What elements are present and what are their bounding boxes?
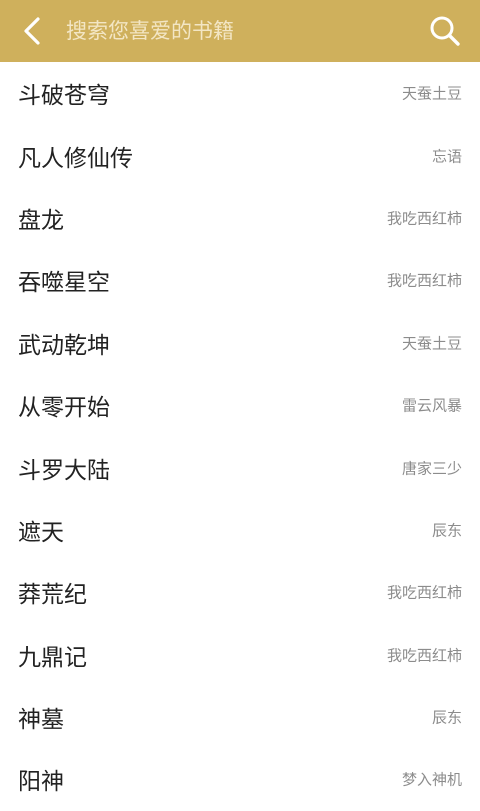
book-list-item[interactable]: 九鼎记 我吃西红柿	[0, 624, 480, 686]
book-author: 梦入神机	[401, 770, 462, 789]
book-list-item[interactable]: 阳神 梦入神机	[0, 748, 480, 810]
book-title: 盘龙	[18, 207, 64, 234]
book-title: 吞噬星空	[18, 270, 110, 297]
book-list: 斗破苍穹 天蚕土豆 凡人修仙传 忘语 盘龙 我吃西红柿 吞噬星空 我吃西红柿 武动乾坤 天蚕土豆从…	[0, 62, 480, 811]
book-title: 斗破苍穹	[18, 83, 110, 110]
book-author: 天蚕土豆	[401, 84, 462, 103]
book-author: 唐家三少	[401, 459, 462, 478]
book-list-item[interactable]: 斗破苍穹 天蚕土豆	[0, 62, 480, 124]
book-list-item[interactable]: 凡人修仙传 忘语	[0, 124, 480, 186]
book-list-item[interactable]: 神墓 辰东	[0, 686, 480, 748]
book-title: 武动乾坤	[18, 332, 110, 359]
search-icon	[430, 16, 460, 46]
book-list-item[interactable]: 遮天 辰东	[0, 499, 480, 561]
book-author: 雷云风暴	[401, 396, 462, 415]
book-author: 我吃西红柿	[386, 209, 462, 228]
chevron-left-icon	[24, 17, 40, 45]
book-title: 遮天	[18, 519, 64, 546]
book-author: 我吃西红柿	[386, 646, 462, 665]
search-input[interactable]	[62, 11, 406, 51]
book-author: 我吃西红柿	[386, 583, 462, 602]
book-author: 忘语	[431, 147, 462, 166]
book-author: 天蚕土豆	[401, 334, 462, 353]
book-list-item[interactable]: 莽荒纪 我吃西红柿	[0, 561, 480, 623]
book-list-item[interactable]: 吞噬星空 我吃西红柿	[0, 249, 480, 311]
book-title: 从零开始	[18, 395, 110, 422]
book-title: 莽荒纪	[18, 582, 87, 609]
back-button[interactable]	[10, 9, 54, 53]
book-title: 阳神	[18, 769, 64, 796]
top-bar	[0, 0, 480, 62]
book-list-item[interactable]: 斗罗大陆 唐家三少	[0, 436, 480, 498]
book-author: 辰东	[431, 521, 462, 540]
book-list-item[interactable]: 盘龙 我吃西红柿	[0, 187, 480, 249]
book-list-item[interactable]: 从零开始 雷云风暴	[0, 374, 480, 436]
book-author: 我吃西红柿	[386, 271, 462, 290]
book-list-item[interactable]: 武动乾坤 天蚕土豆	[0, 312, 480, 374]
book-title: 神墓	[18, 707, 64, 734]
book-title: 九鼎记	[18, 644, 87, 671]
search-button[interactable]	[426, 12, 464, 50]
book-author: 辰东	[431, 708, 462, 727]
book-title: 凡人修仙传	[18, 145, 133, 172]
book-title: 斗罗大陆	[18, 457, 110, 484]
